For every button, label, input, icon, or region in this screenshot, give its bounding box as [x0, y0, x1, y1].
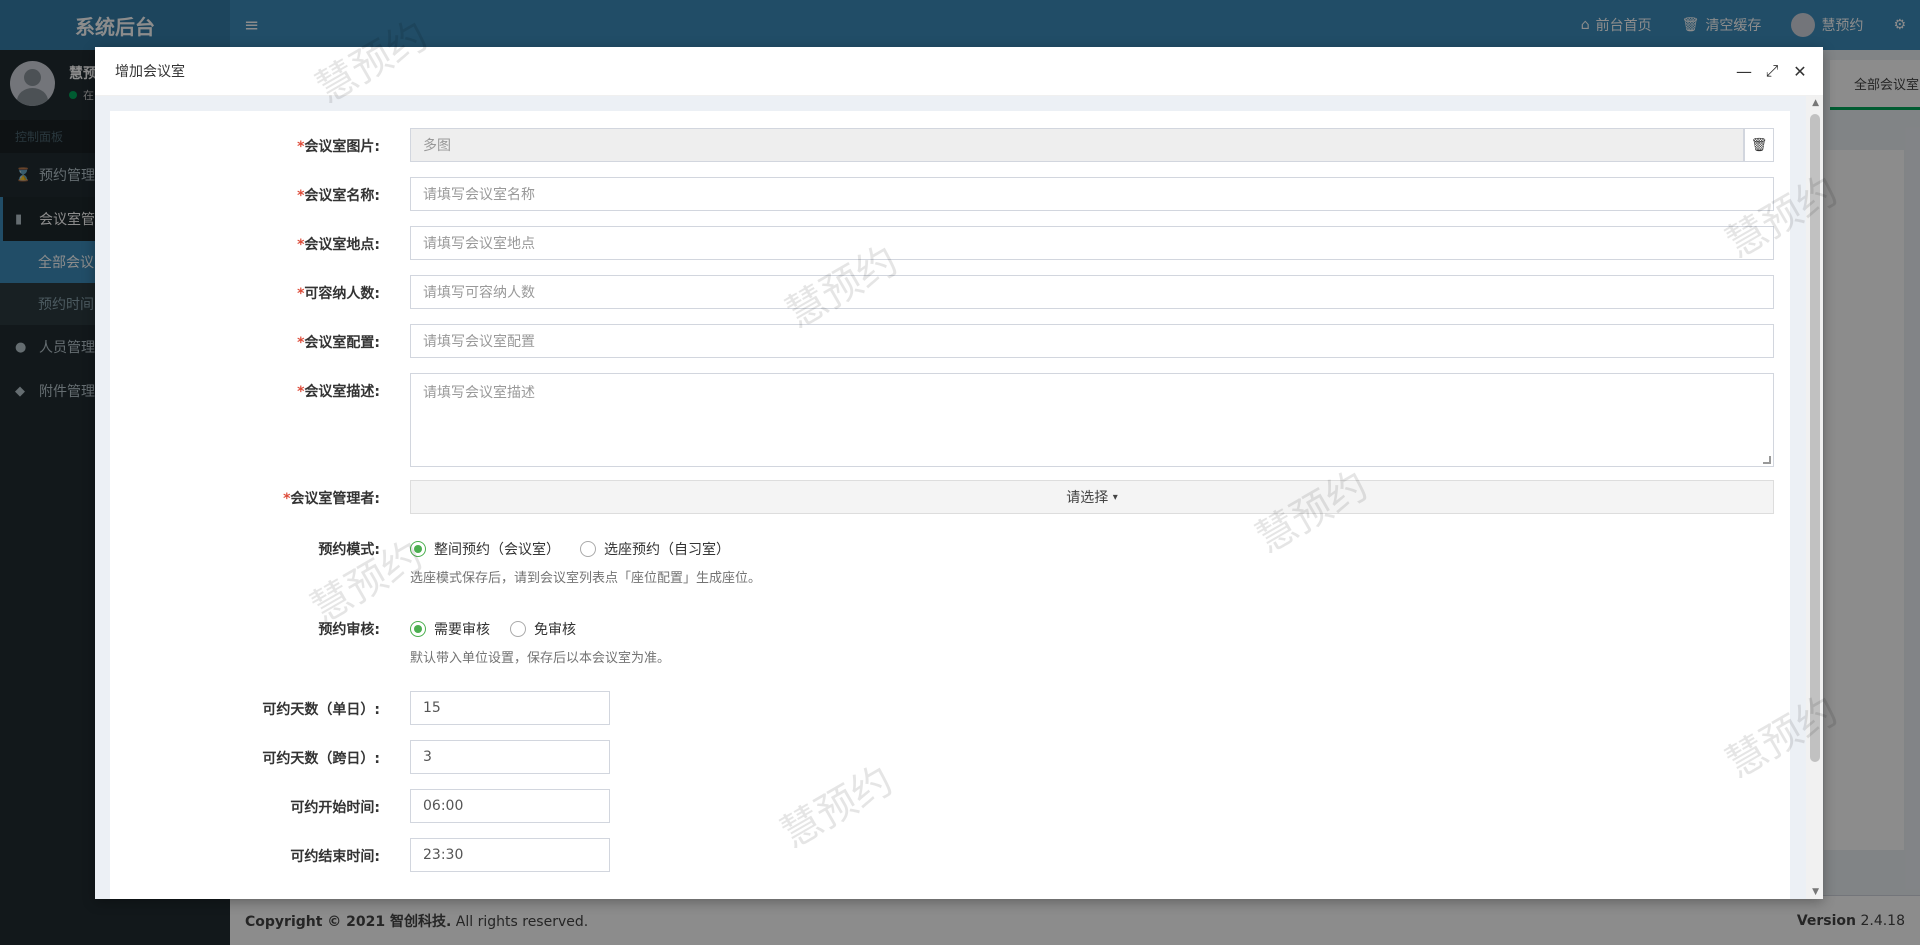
days-single-input[interactable]: 15 [410, 691, 610, 725]
dialog-body[interactable]: *会议室图片: 多图 🗑 *会议室名称: 请填写会议室名称 *会议室地点: 请填… [95, 96, 1823, 899]
room-location-input[interactable]: 请填写会议室地点 [410, 226, 1774, 260]
dialog-title: 增加会议室 [115, 64, 185, 80]
review-option-none[interactable]: 免审核 [510, 619, 576, 639]
radio-unchecked-icon [510, 621, 526, 637]
minimize-icon[interactable]: — [1735, 62, 1753, 81]
review-option-required[interactable]: 需要审核 [410, 619, 490, 639]
radio-checked-icon [410, 541, 426, 557]
end-time-label: 可约结束时间: [290, 849, 380, 865]
scrollbar-thumb[interactable] [1810, 114, 1820, 762]
radio-unchecked-icon [580, 541, 596, 557]
scroll-up-icon[interactable]: ▲ [1812, 98, 1819, 108]
close-icon[interactable]: ✕ [1791, 62, 1809, 81]
mode-option-whole-room[interactable]: 整间预约（会议室） [410, 539, 560, 559]
config-label: *会议室配置: [297, 335, 380, 351]
caret-down-icon: ▾ [1112, 491, 1118, 503]
description-label: *会议室描述: [297, 384, 380, 400]
mode-help-text: 选座模式保存后，请到会议室列表点「座位配置」生成座位。 [410, 571, 762, 586]
capacity-input[interactable]: 请填写可容纳人数 [410, 275, 1774, 309]
room-name-input[interactable]: 请填写会议室名称 [410, 177, 1774, 211]
days-multi-input[interactable]: 3 [410, 740, 610, 774]
delete-image-button[interactable]: 🗑 [1744, 128, 1774, 162]
image-input[interactable]: 多图 [410, 128, 1744, 162]
resize-handle-icon[interactable] [1763, 456, 1771, 464]
trash-icon: 🗑 [1750, 137, 1768, 153]
start-time-label: 可约开始时间: [290, 800, 380, 816]
capacity-label: *可容纳人数: [297, 286, 380, 302]
room-config-input[interactable]: 请填写会议室配置 [410, 324, 1774, 358]
scroll-down-icon[interactable]: ▼ [1812, 887, 1819, 897]
add-room-dialog: 增加会议室 — ⤢ ✕ *会议室图片: 多图 🗑 *会议室名称: 请填写会议室名… [95, 47, 1823, 899]
image-label: *会议室图片: [297, 139, 380, 155]
manager-select-button[interactable]: 请选择 ▾ [410, 480, 1774, 514]
mode-label: 预约模式: [318, 542, 380, 558]
mode-option-seat[interactable]: 选座预约（自习室） [580, 539, 730, 559]
review-label: 预约审核: [318, 622, 380, 638]
dialog-scrollbar[interactable]: ▲ ▼ [1806, 96, 1823, 899]
room-description-textarea[interactable]: 请填写会议室描述 [410, 373, 1774, 467]
days-single-label: 可约天数（单日）: [262, 702, 380, 718]
radio-checked-icon [410, 621, 426, 637]
dialog-titlebar: 增加会议室 — ⤢ ✕ [95, 47, 1823, 96]
start-time-input[interactable]: 06:00 [410, 789, 610, 823]
manager-label: *会议室管理者: [283, 491, 380, 507]
location-label: *会议室地点: [297, 237, 380, 253]
room-form: *会议室图片: 多图 🗑 *会议室名称: 请填写会议室名称 *会议室地点: 请填… [110, 111, 1790, 899]
review-help-text: 默认带入单位设置，保存后以本会议室为准。 [410, 651, 671, 666]
days-multi-label: 可约天数（跨日）: [262, 751, 380, 767]
end-time-input[interactable]: 23:30 [410, 838, 610, 872]
name-label: *会议室名称: [297, 188, 380, 204]
maximize-icon[interactable]: ⤢ [1763, 61, 1781, 80]
